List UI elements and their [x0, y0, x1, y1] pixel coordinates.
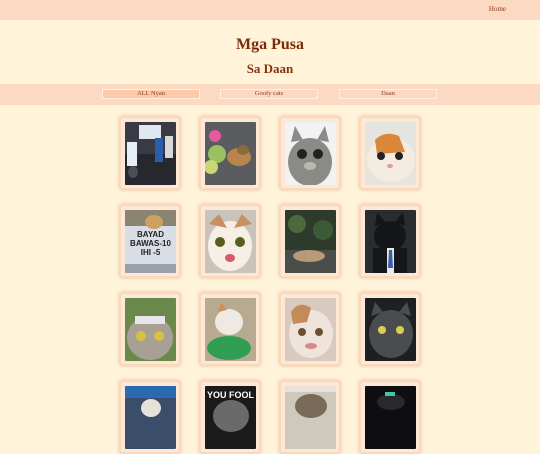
cat-photo-card[interactable]	[279, 116, 341, 190]
cat-photo	[365, 386, 416, 449]
cat-photo	[205, 122, 256, 185]
cat-photo-card[interactable]	[119, 292, 181, 366]
cat-photo	[125, 298, 176, 361]
cat-photo-card[interactable]	[279, 380, 341, 454]
cat-photo	[285, 386, 336, 449]
cat-photo-card[interactable]	[279, 204, 341, 278]
cat-photo-card[interactable]: YOU FOOL	[199, 380, 261, 454]
cat-photo-card[interactable]	[359, 292, 421, 366]
tab-all-nyan[interactable]: ALL Nyan	[102, 89, 200, 99]
cat-photo	[125, 122, 176, 185]
cat-photo-card[interactable]	[119, 116, 181, 190]
cat-photo-card[interactable]	[199, 292, 261, 366]
page-subtitle: Sa Daan	[246, 61, 294, 76]
cat-photo	[205, 298, 256, 361]
top-navbar: Home	[0, 0, 540, 20]
cat-photo-card[interactable]	[359, 380, 421, 454]
cat-photo	[365, 122, 416, 185]
cat-photo	[285, 122, 336, 185]
cat-photo-card[interactable]	[359, 116, 421, 190]
cat-photo-card[interactable]	[279, 292, 341, 366]
filter-tab-bar: ALL Nyan Goofy cats Daan	[0, 84, 540, 105]
tab-goofy-cats[interactable]: Goofy cats	[220, 89, 318, 99]
page-title: Mga Pusa	[236, 36, 304, 53]
cat-photo	[285, 298, 336, 361]
cat-photo-card[interactable]	[199, 116, 261, 190]
cat-photo-card[interactable]: BAYAD BAWAS-10 IHI -5	[119, 204, 181, 278]
bayad-sign-text: BAYAD BAWAS-10 IHI -5	[130, 230, 171, 257]
cat-photo	[365, 298, 416, 361]
cat-photo: YOU FOOL	[205, 386, 256, 449]
cat-photo-card[interactable]	[119, 380, 181, 454]
cat-photo	[285, 210, 336, 273]
tab-daan[interactable]: Daan	[339, 89, 437, 99]
meme-caption: YOU FOOL	[207, 390, 254, 400]
cat-photo	[205, 210, 256, 273]
cat-photo-card[interactable]	[359, 204, 421, 278]
cat-photo	[365, 210, 416, 273]
cat-photo-card[interactable]	[199, 204, 261, 278]
cat-photo: BAYAD BAWAS-10 IHI -5	[125, 210, 176, 273]
cat-photo	[125, 386, 176, 449]
home-link[interactable]: Home	[489, 5, 506, 13]
